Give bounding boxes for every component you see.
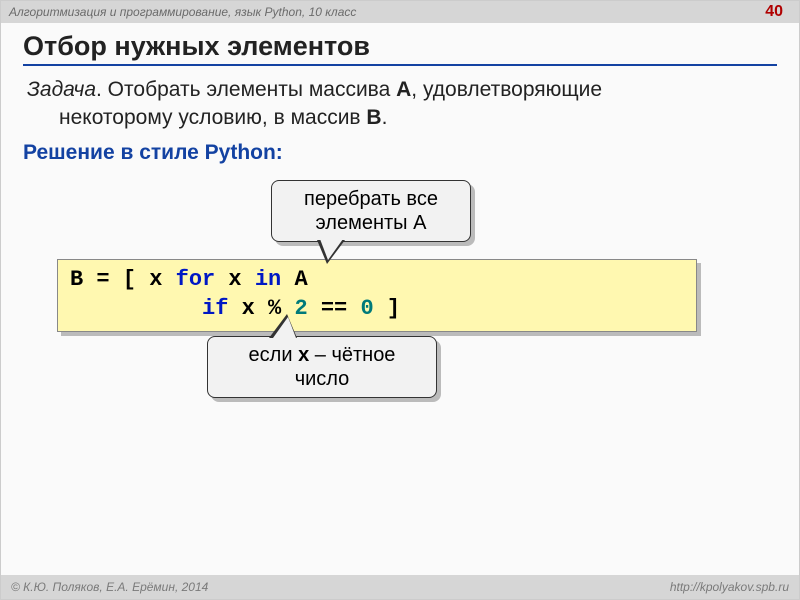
- code-for: for: [176, 267, 216, 292]
- task-text: Задача. Отобрать элементы массива A, удо…: [23, 76, 777, 133]
- code-t1: B = [ x: [70, 267, 176, 292]
- callout-even-pointer: [269, 314, 297, 338]
- callout-iterate-pointer: [317, 240, 345, 264]
- task-line1a: . Отобрать элементы массива: [96, 78, 396, 101]
- callout-iterate-l2: элементы A: [316, 212, 427, 234]
- course-title: Алгоритмизация и программирование, язык …: [9, 5, 356, 19]
- content-area: Отбор нужных элементов Задача. Отобрать …: [1, 23, 799, 165]
- callout-even-x: x: [298, 344, 309, 366]
- code-t6: ]: [374, 296, 400, 321]
- callout-even-before: если: [249, 344, 299, 366]
- task-line2a: некоторому условию, в массив: [59, 106, 366, 129]
- copyright: © К.Ю. Поляков, Е.А. Ерёмин, 2014: [11, 580, 208, 599]
- solution-label: Решение в стиле Python:: [23, 141, 777, 165]
- task-line2: некоторому условию, в массив B.: [27, 104, 777, 132]
- header-bar: Алгоритмизация и программирование, язык …: [1, 1, 799, 23]
- task-line2b: .: [382, 106, 388, 129]
- code-block: B = [ x for x in A if x % 2 == 0 ]: [57, 259, 697, 332]
- code-t2: x: [215, 267, 255, 292]
- code-t5: ==: [308, 296, 361, 321]
- callout-even-after: – чётное: [309, 344, 395, 366]
- slide: Алгоритмизация и программирование, язык …: [0, 0, 800, 600]
- code-if: if: [202, 296, 228, 321]
- code-zero: 0: [360, 296, 373, 321]
- code-in: in: [255, 267, 281, 292]
- callout-even: если x – чётное число: [207, 336, 437, 398]
- task-line1b: , удовлетворяющие: [411, 78, 602, 101]
- footer-bar: © К.Ю. Поляков, Е.А. Ерёмин, 2014 http:/…: [1, 575, 799, 599]
- page-number: 40: [765, 3, 783, 21]
- task-array-b: B: [366, 106, 381, 129]
- code-indent: [70, 296, 202, 321]
- task-array-a: A: [396, 78, 411, 101]
- task-label: Задача: [27, 78, 96, 101]
- callout-even-l2: число: [295, 368, 350, 390]
- code-t3: A: [281, 267, 307, 292]
- source-url: http://kpolyakov.spb.ru: [670, 580, 789, 599]
- callout-iterate-l1: перебрать все: [304, 188, 438, 210]
- slide-title: Отбор нужных элементов: [23, 31, 777, 66]
- callout-iterate: перебрать все элементы A: [271, 180, 471, 242]
